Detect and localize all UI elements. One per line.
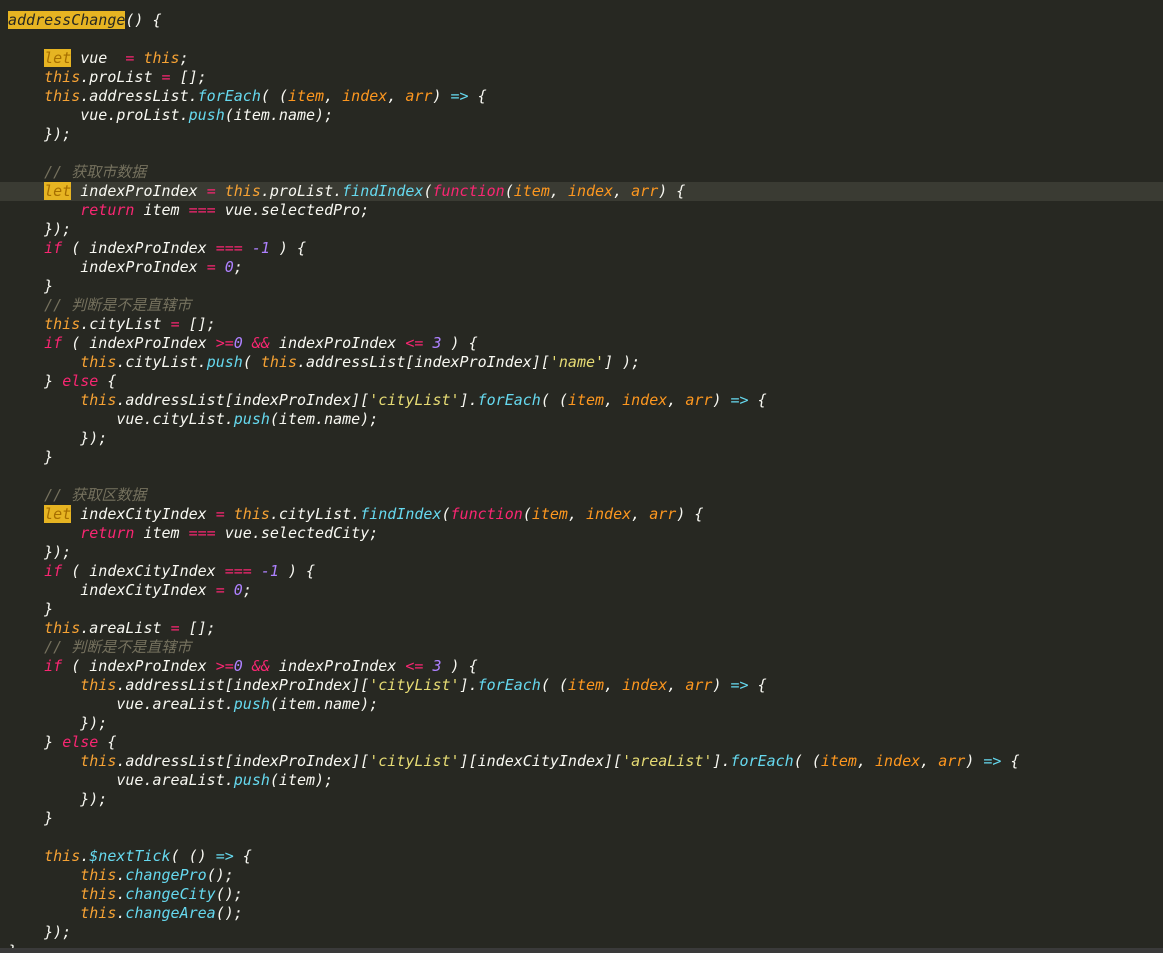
code-line[interactable]: this.changePro(); [8,866,1163,885]
code-line[interactable]: this.changeArea(); [8,904,1163,923]
code-line[interactable]: this.changeCity(); [8,885,1163,904]
code-line[interactable]: vue.areaList.push(item); [8,771,1163,790]
code-line[interactable]: this.addressList[indexProIndex]['cityLis… [8,391,1163,410]
code-line[interactable]: this.addressList.forEach( (item, index, … [8,87,1163,106]
code-line[interactable] [8,144,1163,163]
code-line[interactable]: }); [8,923,1163,942]
code-line[interactable]: let indexProIndex = this.proList.findInd… [0,182,1163,201]
code-line[interactable]: } [8,448,1163,467]
code-line[interactable]: } else { [8,372,1163,391]
let-keyword-highlight: let [44,505,72,523]
code-line[interactable]: indexCityIndex = 0; [8,581,1163,600]
code-line[interactable] [8,467,1163,486]
code-line[interactable]: if ( indexProIndex === -1 ) { [8,239,1163,258]
code-editor[interactable]: addressChange() { let vue = this; this.p… [0,0,1163,953]
code-line[interactable]: this.areaList = []; [8,619,1163,638]
code-line[interactable]: this.cityList.push( this.addressList[ind… [8,353,1163,372]
code-line[interactable]: }); [8,429,1163,448]
code-line[interactable]: }); [8,543,1163,562]
code-line[interactable]: this.addressList[indexProIndex]['cityLis… [8,676,1163,695]
code-line[interactable]: }); [8,714,1163,733]
code-line[interactable]: }); [8,125,1163,144]
code-line[interactable]: // 判断是不是直辖市 [8,296,1163,315]
code-line[interactable]: return item === vue.selectedPro; [8,201,1163,220]
code-line[interactable]: vue.areaList.push(item.name); [8,695,1163,714]
code-line[interactable]: let vue = this; [8,49,1163,68]
code-line[interactable]: this.$nextTick( () => { [8,847,1163,866]
code-line[interactable]: if ( indexProIndex >=0 && indexProIndex … [8,657,1163,676]
code-area[interactable]: addressChange() { let vue = this; this.p… [0,11,1163,953]
code-line[interactable]: // 获取区数据 [8,486,1163,505]
code-line[interactable]: }); [8,790,1163,809]
code-line[interactable]: // 判断是不是直辖市 [8,638,1163,657]
code-line[interactable]: return item === vue.selectedCity; [8,524,1163,543]
code-line[interactable]: if ( indexProIndex >=0 && indexProIndex … [8,334,1163,353]
code-line[interactable]: this.addressList[indexProIndex]['cityLis… [8,752,1163,771]
code-line[interactable]: this.proList = []; [8,68,1163,87]
code-line[interactable]: let indexCityIndex = this.cityList.findI… [8,505,1163,524]
let-keyword-highlight: let [44,49,72,67]
code-line[interactable] [8,828,1163,847]
code-line[interactable]: vue.proList.push(item.name); [8,106,1163,125]
code-line[interactable]: indexProIndex = 0; [8,258,1163,277]
code-line[interactable]: this.cityList = []; [8,315,1163,334]
code-line[interactable]: } else { [8,733,1163,752]
code-line[interactable]: } [8,600,1163,619]
code-line[interactable]: vue.cityList.push(item.name); [8,410,1163,429]
code-line[interactable] [8,30,1163,49]
code-line[interactable]: }); [8,220,1163,239]
code-line[interactable]: } [8,277,1163,296]
code-line[interactable]: if ( indexCityIndex === -1 ) { [8,562,1163,581]
horizontal-scrollbar[interactable] [0,948,1163,953]
code-line[interactable]: // 获取市数据 [8,163,1163,182]
code-line[interactable]: addressChange() { [8,11,1163,30]
code-line[interactable]: } [8,809,1163,828]
let-keyword-highlight: let [44,182,72,200]
